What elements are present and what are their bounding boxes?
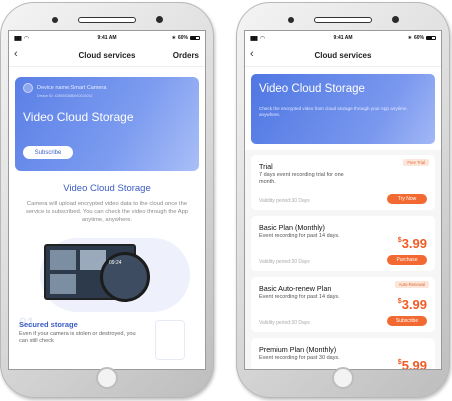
page-title: Cloud services [314,51,372,60]
status-time: 9:41 AM [97,35,117,41]
price-value: 3.99 [401,297,427,312]
left-phone-frame: ▮▮▮ ◠ 9:41 AM ∗ 60% ‹ Cloud services Ord… [0,2,214,398]
sensor-icon [52,17,58,23]
status-bar: ▮▮▮ ◠ 9:41 AM ∗ 60% [9,31,205,45]
device-avatar-icon [23,83,33,93]
right-screen: ▮▮▮ ◠ 9:41 AM ∗ 60% ‹ Cloud services Vid… [244,30,442,370]
illustration-time: 09:24 [109,260,122,266]
try-now-button[interactable]: Try Now [387,194,427,204]
plan-validity: Validity period:30 Days [259,259,310,265]
device-id: Device ID: 4285933885910024032 [37,94,93,98]
home-button[interactable] [332,367,354,389]
cloud-storage-banner: Device name:Smart Camera Device ID: 4285… [15,77,199,171]
battery-icon [190,36,200,40]
plan-card-premium-monthly: Premium Plan (Monthly) Event recording f… [251,338,435,370]
phone-top [0,11,214,29]
plan-description: 7 days event recording trial for one mon… [259,172,344,185]
plan-name: Trial [259,162,273,171]
plan-price: $3.99 [398,297,427,312]
banner-title: Video Cloud Storage [259,83,365,95]
left-screen: ▮▮▮ ◠ 9:41 AM ∗ 60% ‹ Cloud services Ord… [8,30,206,370]
plan-price: $3.99 [398,236,427,251]
back-chevron-icon[interactable]: ‹ [14,48,18,60]
storage-illustration: 09:24 [14,238,200,312]
right-phone-frame: ▮▮▮ ◠ 9:41 AM ∗ 60% ‹ Cloud services Vid… [236,2,450,398]
nav-bar: ‹ Cloud services [245,45,441,67]
plan-validity: Validity period:30 Days [259,320,310,326]
plan-description: Event recording for past 14 days. [259,294,340,300]
cloud-storage-banner: Video Cloud Storage Check the encrypted … [251,74,435,144]
price-currency: $ [397,298,402,305]
plan-price: $5.99 [397,358,427,370]
plan-description: Event recording for past 14 days. [259,233,340,239]
plan-validity: Validity period:30 Days [259,198,310,204]
plan-name: Premium Plan (Monthly) [259,345,337,354]
front-camera-icon [392,16,399,23]
plan-description: Event recording for past 30 days. [259,355,340,361]
banner-description: Check the encrypted video from cloud sto… [259,106,408,117]
feature-description: Even if your camera is stolen or destroy… [19,331,136,344]
plan-tag: Free Trial [403,159,429,166]
front-camera-icon [156,16,163,23]
subscribe-button[interactable]: Subscribe [387,316,427,326]
price-value: 5.99 [401,358,427,370]
back-chevron-icon[interactable]: ‹ [250,48,254,60]
screenshot-stage: ▮▮▮ ◠ 9:41 AM ∗ 60% ‹ Cloud services Ord… [0,0,452,401]
subscribe-button[interactable]: Subscribe [23,146,73,159]
plan-card-trial: Free Trial Trial 7 days event recording … [251,155,435,210]
price-value: 3.99 [401,236,427,251]
status-bar: ▮▮▮ ◠ 9:41 AM ∗ 60% [245,31,441,45]
device-name: Device name:Smart Camera [37,85,107,91]
orders-link[interactable]: Orders [173,51,199,60]
plan-card-basic-monthly: Basic Plan (Monthly) Event recording for… [251,216,435,271]
price-currency: $ [397,359,402,366]
battery-icon [426,36,436,40]
plan-card-basic-auto-renew: Auto-Renewal Basic Auto-renew Plan Event… [251,277,435,332]
purchase-button[interactable]: Purchase [387,255,427,265]
speaker-icon [78,17,136,23]
section-title: Video Cloud Storage [63,183,151,194]
device-row: Device name:Smart Camera [23,83,191,93]
home-button[interactable] [96,367,118,389]
section-description: Camera will upload encrypted video data … [25,201,189,223]
plan-name: Basic Plan (Monthly) [259,223,325,232]
banner-title: Video Cloud Storage [23,110,134,124]
speaker-icon [314,17,372,23]
feature-title: Secured storage [19,320,78,329]
status-time: 9:41 AM [333,35,353,41]
feature-secured-storage: 01 Secured storage Even if your camera i… [19,314,195,360]
plan-list: Free Trial Trial 7 days event recording … [245,150,441,370]
price-currency: $ [397,237,402,244]
plan-tag: Auto-Renewal [394,281,429,288]
magnifier-illustration: 09:24 [100,252,150,302]
nav-bar: ‹ Cloud services Orders [9,45,205,67]
phone-top [236,11,450,29]
sensor-icon [288,17,294,23]
